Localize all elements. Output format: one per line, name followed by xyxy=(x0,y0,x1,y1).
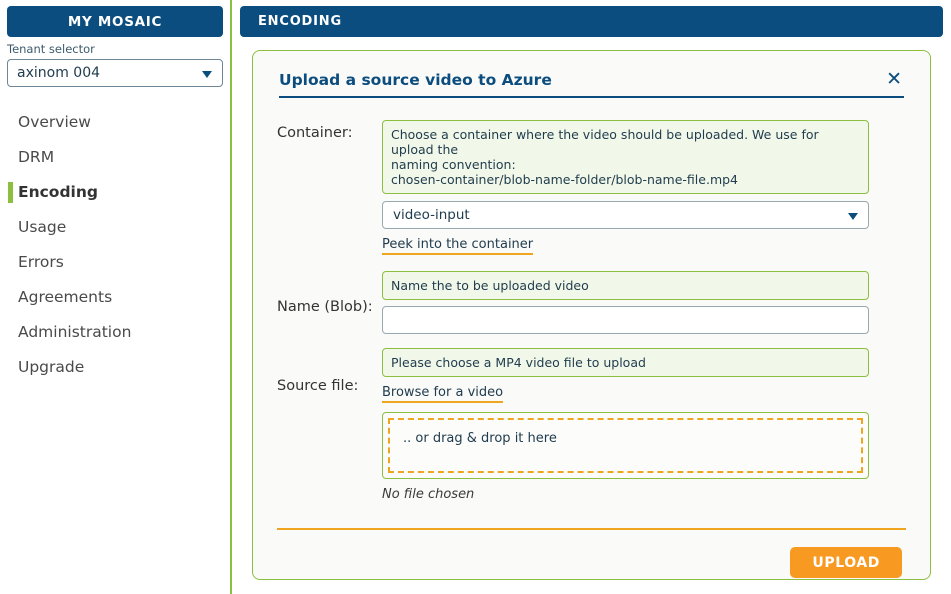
upload-form: Container: Choose a container where the … xyxy=(277,120,906,578)
page-header: ENCODING xyxy=(240,6,943,37)
spacer xyxy=(277,255,906,271)
file-dropzone[interactable]: .. or drag & drop it here xyxy=(382,412,869,479)
container-control: Choose a container where the video shoul… xyxy=(382,120,869,255)
tenant-selector-label: Tenant selector xyxy=(7,42,223,56)
name-blob-hint-text: Name the to be uploaded video xyxy=(391,278,860,293)
active-marker xyxy=(8,322,13,343)
sidebar-item-agreements[interactable]: Agreements xyxy=(0,280,230,315)
sidebar-item-usage[interactable]: Usage xyxy=(0,210,230,245)
sidebar-nav: Overview DRM Encoding Usage Errors Agree… xyxy=(0,105,230,385)
active-marker xyxy=(8,217,13,238)
upload-button[interactable]: UPLOAD xyxy=(790,547,902,578)
container-select[interactable]: video-input xyxy=(382,201,869,229)
sidebar-item-upgrade[interactable]: Upgrade xyxy=(0,350,230,385)
sidebar: MY MOSAIC Tenant selector axinom 004 Ove… xyxy=(0,0,232,594)
browse-for-video-link[interactable]: Browse for a video xyxy=(382,385,503,403)
close-icon[interactable]: ✕ xyxy=(884,71,904,87)
source-file-row: Source file: Please choose a MP4 video f… xyxy=(277,348,906,502)
name-blob-row: Name (Blob): Name the to be uploaded vid… xyxy=(277,271,906,334)
upload-card: Upload a source video to Azure ✕ Contain… xyxy=(252,50,931,580)
source-file-control: Please choose a MP4 video file to upload… xyxy=(382,348,869,502)
no-file-chosen-status: No file chosen xyxy=(382,487,869,502)
name-blob-input[interactable] xyxy=(382,306,869,334)
form-divider xyxy=(277,528,906,530)
container-hint-line-2: naming convention: xyxy=(391,157,860,172)
card-title: Upload a source video to Azure xyxy=(279,71,552,89)
active-marker xyxy=(8,182,13,203)
sidebar-item-label: Usage xyxy=(18,220,66,236)
tenant-selector-value: axinom 004 xyxy=(17,65,100,81)
sidebar-item-errors[interactable]: Errors xyxy=(0,245,230,280)
container-row: Container: Choose a container where the … xyxy=(277,120,906,255)
source-file-label: Source file: xyxy=(277,348,382,394)
tenant-selector-group: Tenant selector axinom 004 xyxy=(0,37,230,87)
active-marker xyxy=(8,287,13,308)
dropzone-text: .. or drag & drop it here xyxy=(403,431,557,446)
file-dropzone-inner: .. or drag & drop it here xyxy=(388,418,863,473)
active-marker xyxy=(8,147,13,168)
sidebar-item-label: DRM xyxy=(18,150,54,166)
container-label: Container: xyxy=(277,120,382,141)
container-hint-line-3: chosen-container/blob-name-folder/blob-n… xyxy=(391,172,860,187)
sidebar-item-label: Overview xyxy=(18,115,91,131)
active-marker xyxy=(8,252,13,273)
sidebar-item-overview[interactable]: Overview xyxy=(0,105,230,140)
sidebar-item-administration[interactable]: Administration xyxy=(0,315,230,350)
sidebar-item-label: Errors xyxy=(18,255,64,271)
main-content: ENCODING Upload a source video to Azure … xyxy=(232,0,951,594)
sidebar-item-encoding[interactable]: Encoding xyxy=(0,175,230,210)
sidebar-item-label: Administration xyxy=(18,325,131,341)
brand-header: MY MOSAIC xyxy=(7,6,223,37)
name-blob-control: Name the to be uploaded video xyxy=(382,271,869,334)
name-blob-hint: Name the to be uploaded video xyxy=(382,271,869,300)
spacer xyxy=(277,334,906,348)
peek-into-container-link[interactable]: Peek into the container xyxy=(382,237,533,255)
container-hint: Choose a container where the video shoul… xyxy=(382,120,869,194)
container-hint-line-1: Choose a container where the video shoul… xyxy=(391,127,860,157)
app-root: MY MOSAIC Tenant selector axinom 004 Ove… xyxy=(0,0,951,594)
active-marker xyxy=(8,112,13,133)
source-file-hint: Please choose a MP4 video file to upload xyxy=(382,348,869,377)
sidebar-item-label: Agreements xyxy=(18,290,112,306)
container-select-value: video-input xyxy=(393,207,470,223)
name-blob-label: Name (Blob): xyxy=(277,271,382,315)
sidebar-item-label: Encoding xyxy=(18,185,98,201)
card-actions: UPLOAD xyxy=(277,547,906,578)
card-header: Upload a source video to Azure ✕ xyxy=(279,71,904,98)
source-file-hint-text: Please choose a MP4 video file to upload xyxy=(391,355,860,370)
sidebar-item-label: Upgrade xyxy=(18,360,84,376)
chevron-down-icon xyxy=(848,213,858,220)
page-title: ENCODING xyxy=(258,14,342,29)
tenant-selector-dropdown[interactable]: axinom 004 xyxy=(7,59,223,87)
chevron-down-icon xyxy=(202,71,212,78)
active-marker xyxy=(8,357,13,378)
brand-title: MY MOSAIC xyxy=(68,14,162,30)
sidebar-item-drm[interactable]: DRM xyxy=(0,140,230,175)
